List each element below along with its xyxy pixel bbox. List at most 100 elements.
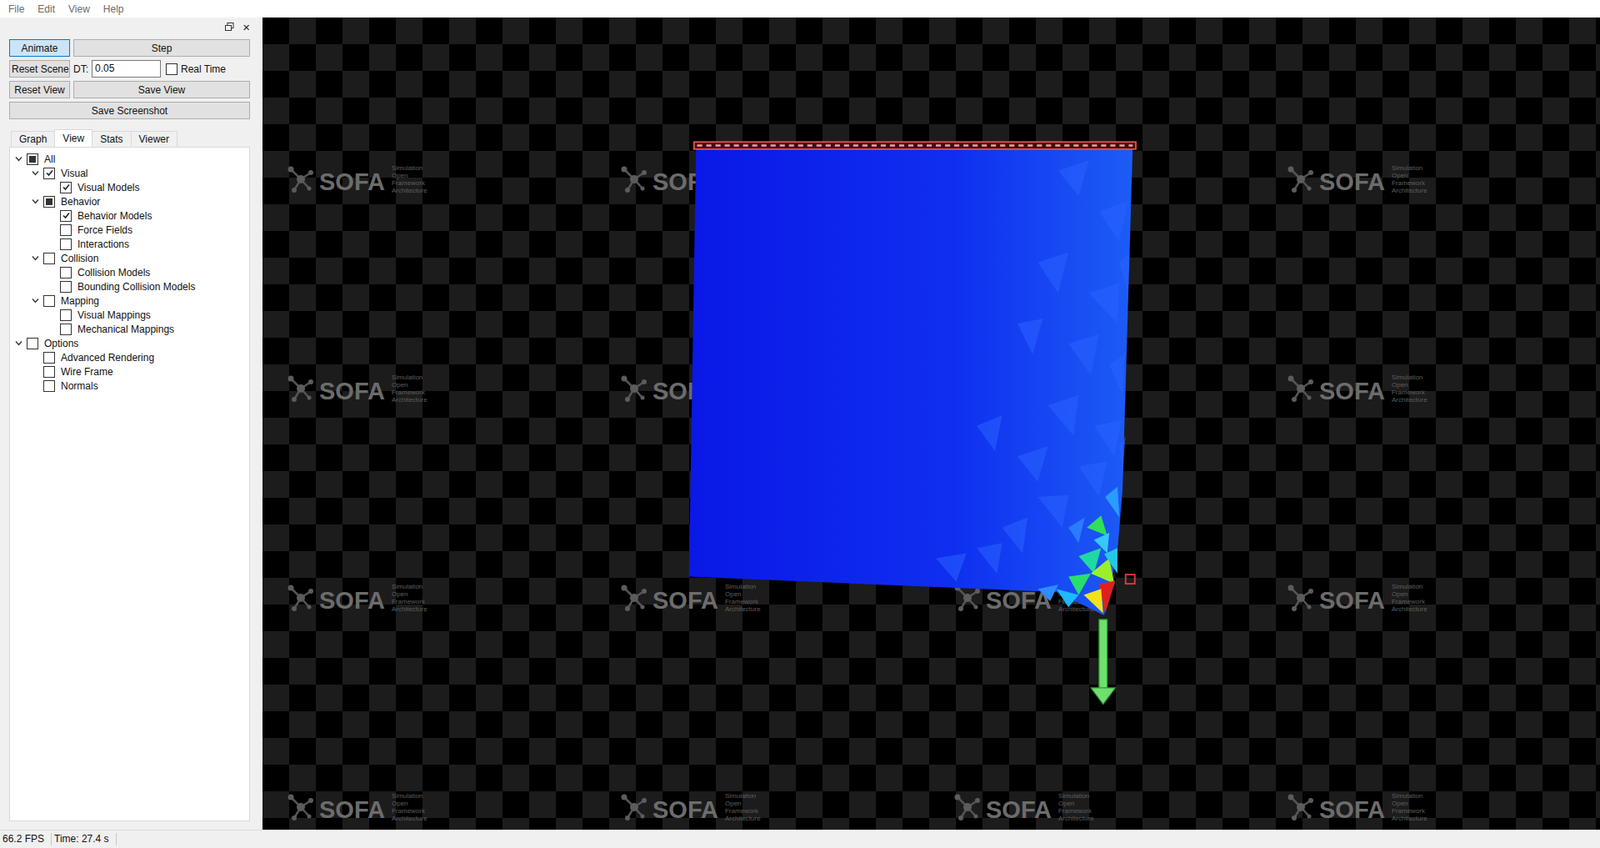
molecule-icon — [952, 791, 983, 822]
tagline-word: Simulation — [1391, 373, 1428, 381]
menu-item[interactable]: File — [1, 3, 31, 15]
3d-viewport[interactable]: SOFASimulationOpenFrameworkArchitectureS… — [262, 17, 1600, 830]
expander[interactable] — [30, 296, 40, 305]
tab[interactable]: Viewer — [130, 130, 178, 147]
tree-label: Mechanical Mappings — [77, 323, 175, 335]
force-arrow-icon[interactable] — [1090, 619, 1115, 705]
tab-bar: GraphViewStatsViewer — [9, 130, 250, 147]
watermark-tagline: SimulationOpenFrameworkArchitecture — [391, 791, 428, 822]
menu-item[interactable]: View — [61, 3, 97, 15]
time-readout: Time: 27.4 s — [51, 832, 117, 845]
molecule-icon — [285, 373, 316, 404]
molecule-icon — [1285, 791, 1316, 822]
simulation-scene[interactable] — [262, 17, 1600, 830]
tree-item[interactable]: Behavior — [13, 194, 246, 209]
chevron-icon — [15, 155, 23, 163]
checkbox[interactable] — [60, 238, 72, 250]
tree-item[interactable]: Wire Frame — [13, 364, 246, 379]
watermark-tagline: SimulationOpenFrameworkArchitecture — [1391, 373, 1428, 404]
tagline-word: Architecture — [725, 814, 761, 822]
checkbox[interactable] — [43, 380, 55, 392]
save-view-button[interactable]: Save View — [73, 80, 250, 99]
tree-item[interactable]: Mapping — [13, 293, 246, 308]
checkbox[interactable] — [26, 153, 39, 165]
molecule-icon — [619, 164, 650, 195]
tree-item[interactable]: Visual Mappings — [13, 307, 246, 322]
selection-marker[interactable] — [1125, 574, 1135, 584]
tree-label: Visual — [60, 167, 88, 180]
tagline-word: Architecture — [725, 605, 761, 613]
tagline-word: Framework — [725, 597, 761, 605]
menu-item[interactable]: Help — [96, 3, 131, 15]
checkbox[interactable] — [43, 365, 55, 378]
stressed-element — [1055, 588, 1079, 607]
fps-readout: 66.2 FPS — [0, 832, 52, 845]
deformed-mesh[interactable] — [689, 145, 1134, 615]
watermark-tagline: SimulationOpenFrameworkArchitecture — [725, 791, 761, 822]
reset-view-button[interactable]: Reset View — [9, 80, 70, 99]
checkbox[interactable] — [43, 295, 55, 307]
mesh-element — [1002, 517, 1029, 554]
tree-item[interactable]: Mechanical Mappings — [13, 321, 246, 336]
checkbox[interactable] — [26, 337, 39, 350]
chevron-icon — [31, 296, 40, 305]
expander[interactable] — [30, 254, 40, 262]
sofa-watermark: SOFASimulationOpenFrameworkArchitecture — [285, 157, 620, 195]
tagline-word: Architecture — [1058, 814, 1095, 822]
tree-item[interactable]: Advanced Rendering — [13, 350, 246, 365]
checkbox[interactable] — [60, 309, 72, 321]
checkbox[interactable] — [60, 280, 72, 293]
sofa-watermark: SOFASimulationOpenFrameworkArchitecture — [1285, 157, 1600, 195]
tree-item[interactable]: Bounding Collision Models — [13, 279, 246, 294]
checkbox[interactable] — [165, 63, 178, 75]
float-icon[interactable] — [225, 22, 235, 32]
fixed-constraint — [694, 141, 1136, 150]
tree-item[interactable]: Collision — [13, 250, 246, 265]
tree-label: Options — [44, 337, 79, 350]
tab[interactable]: View — [54, 129, 93, 147]
tagline-word: Open — [725, 799, 761, 807]
tree-item[interactable]: Visual Models — [13, 180, 246, 195]
watermark-logo: SOFA — [652, 588, 719, 613]
checkbox[interactable] — [43, 195, 55, 208]
dt-input[interactable]: 0.05 — [91, 60, 161, 78]
checkbox[interactable] — [60, 210, 72, 222]
tagline-word: Open — [391, 380, 428, 389]
tagline-word: Simulation — [391, 582, 428, 590]
tagline-word: Open — [1058, 799, 1095, 807]
close-button[interactable]: × — [242, 20, 250, 34]
checkbox[interactable] — [60, 224, 72, 236]
reset-scene-button[interactable]: Reset Scene — [9, 60, 70, 78]
checkbox[interactable] — [43, 252, 55, 265]
checkbox[interactable] — [43, 351, 55, 364]
save-screenshot-button[interactable]: Save Screenshot — [9, 101, 250, 120]
tab[interactable]: Stats — [91, 130, 131, 147]
watermark-tagline: SimulationOpenFrameworkArchitecture — [391, 373, 428, 404]
real-time-checkbox[interactable]: Real Time — [165, 63, 226, 75]
menu-item[interactable]: Edit — [30, 3, 62, 15]
checkbox[interactable] — [60, 323, 72, 335]
tree-item[interactable]: Normals — [13, 378, 246, 393]
animate-button[interactable]: Animate — [9, 39, 70, 57]
step-button[interactable]: Step — [73, 39, 250, 57]
tree-item[interactable]: All — [13, 151, 246, 166]
checkbox[interactable] — [60, 266, 72, 279]
expander[interactable] — [13, 339, 24, 347]
tree-item[interactable]: Collision Models — [13, 265, 246, 280]
tagline-word: Framework — [391, 597, 428, 605]
tree-item[interactable]: Options — [13, 335, 246, 350]
checkbox[interactable] — [60, 181, 72, 194]
mesh-element — [1078, 460, 1107, 497]
expander[interactable] — [30, 169, 40, 177]
watermark-logo: SOFA — [319, 170, 385, 195]
expander[interactable] — [13, 155, 24, 163]
tree-item[interactable]: Force Fields — [13, 222, 246, 237]
tab[interactable]: Graph — [10, 130, 55, 147]
expander[interactable] — [30, 197, 40, 205]
checkbox[interactable] — [43, 167, 55, 180]
watermark-tagline: SimulationOpenFrameworkArchitecture — [391, 582, 428, 613]
tree-item[interactable]: Interactions — [13, 236, 246, 251]
tree-item[interactable]: Visual — [13, 165, 246, 180]
tree-item[interactable]: Behavior Models — [13, 208, 246, 223]
view-tree: AllVisualVisual ModelsBehaviorBehavior M… — [9, 146, 250, 821]
